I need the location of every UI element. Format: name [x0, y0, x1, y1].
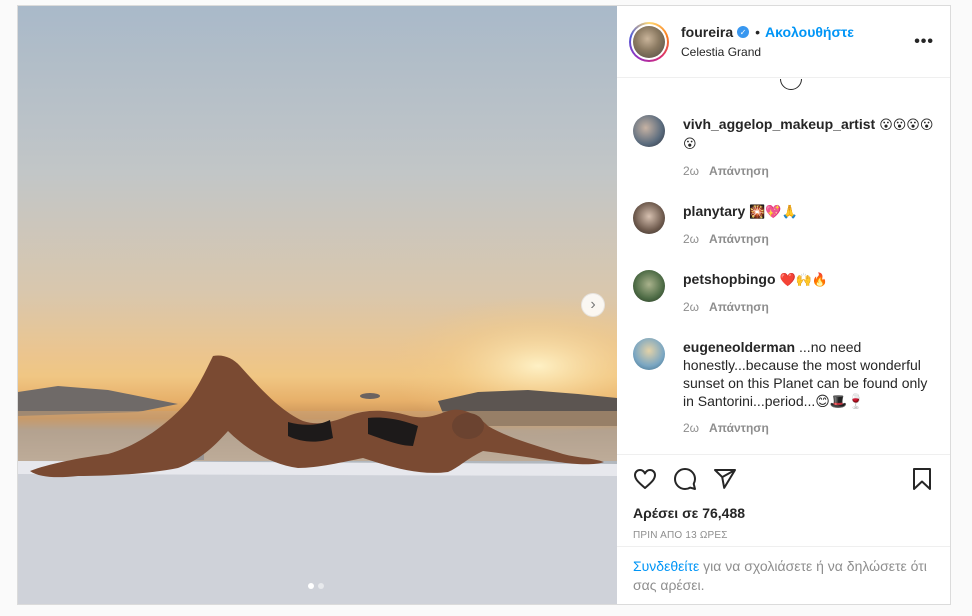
loading-spinner-icon: [780, 79, 802, 90]
comment-text: ❤️🙌🔥: [779, 272, 829, 287]
comment-text: 🎇💖🙏: [749, 204, 798, 219]
comment-age[interactable]: 2ω: [683, 164, 699, 178]
follow-button[interactable]: Ακολουθήστε: [765, 24, 854, 40]
avatar[interactable]: [633, 25, 665, 58]
comment-username[interactable]: eugeneolderman: [683, 339, 795, 355]
heart-icon: [634, 469, 656, 489]
reply-button[interactable]: Απάντηση: [709, 232, 769, 246]
profile-avatar-ring[interactable]: [629, 21, 669, 62]
comment-item: planytary 🎇💖🙏 2ω Απάντηση: [633, 202, 934, 248]
post-username[interactable]: foureira: [681, 24, 733, 40]
comment-age[interactable]: 2ω: [683, 232, 699, 246]
comment-icon: [674, 468, 696, 490]
like-button[interactable]: [633, 459, 673, 499]
instagram-post: › foureira ✓ • Ακολουθήστε Celestia Gran…: [17, 5, 951, 605]
verified-badge-icon: ✓: [737, 26, 750, 38]
login-prompt: Συνδεθείτε για να σχολιάσετε ή να δηλώσε…: [617, 546, 950, 604]
save-button[interactable]: [894, 459, 934, 499]
comment-avatar[interactable]: [633, 338, 665, 370]
bookmark-icon: [913, 468, 931, 490]
carousel-dots: [308, 583, 324, 589]
likes-count[interactable]: Αρέσει σε 76,488: [633, 505, 934, 521]
reply-button[interactable]: Απάντηση: [709, 300, 769, 314]
comment-item: vivh_aggelop_makeup_artist 😮😮😮😮😮 2ω Απάντη…: [633, 115, 934, 180]
share-icon: [714, 469, 736, 489]
reply-button[interactable]: Απάντηση: [709, 421, 769, 435]
comment-age[interactable]: 2ω: [683, 300, 699, 314]
comment-item: eugeneolderman ...no need honestly...beca…: [633, 338, 934, 437]
carousel-dot: [318, 583, 324, 589]
comment-username[interactable]: petshopbingo: [683, 271, 776, 287]
comment-button[interactable]: [673, 459, 713, 499]
comment-username[interactable]: vivh_aggelop_makeup_artist: [683, 116, 875, 132]
post-location[interactable]: Celestia Grand: [681, 45, 914, 59]
post-sidebar: foureira ✓ • Ακολουθήστε Celestia Grand …: [617, 6, 950, 604]
sunset-photo-illustration: [18, 296, 617, 604]
comment-age[interactable]: 2ω: [683, 421, 699, 435]
comment-avatar[interactable]: [633, 115, 665, 147]
comment-avatar[interactable]: [633, 202, 665, 234]
carousel-next-button[interactable]: ›: [581, 293, 605, 317]
separator-dot: •: [755, 24, 761, 40]
comment-avatar[interactable]: [633, 270, 665, 302]
share-button[interactable]: [713, 459, 753, 499]
more-options-icon[interactable]: •••: [914, 33, 934, 51]
comment-username[interactable]: planytary: [683, 203, 745, 219]
comments-list: vivh_aggelop_makeup_artist 😮😮😮😮😮 2ω Απάντη…: [617, 78, 950, 454]
post-actions: Αρέσει σε 76,488 ΠΡΙΝ ΑΠΟ 13 ΩΡΕΣ: [617, 454, 950, 546]
post-timestamp[interactable]: ΠΡΙΝ ΑΠΟ 13 ΩΡΕΣ: [633, 530, 934, 541]
login-link[interactable]: Συνδεθείτε: [633, 558, 699, 574]
carousel-dot-active: [308, 583, 314, 589]
chevron-right-icon: ›: [590, 296, 596, 313]
post-header: foureira ✓ • Ακολουθήστε Celestia Grand …: [617, 6, 950, 90]
comment-item: petshopbingo ❤️🙌🔥 2ω Απάντηση: [633, 270, 934, 316]
post-photo[interactable]: ›: [18, 6, 617, 604]
reply-button[interactable]: Απάντηση: [709, 164, 769, 178]
